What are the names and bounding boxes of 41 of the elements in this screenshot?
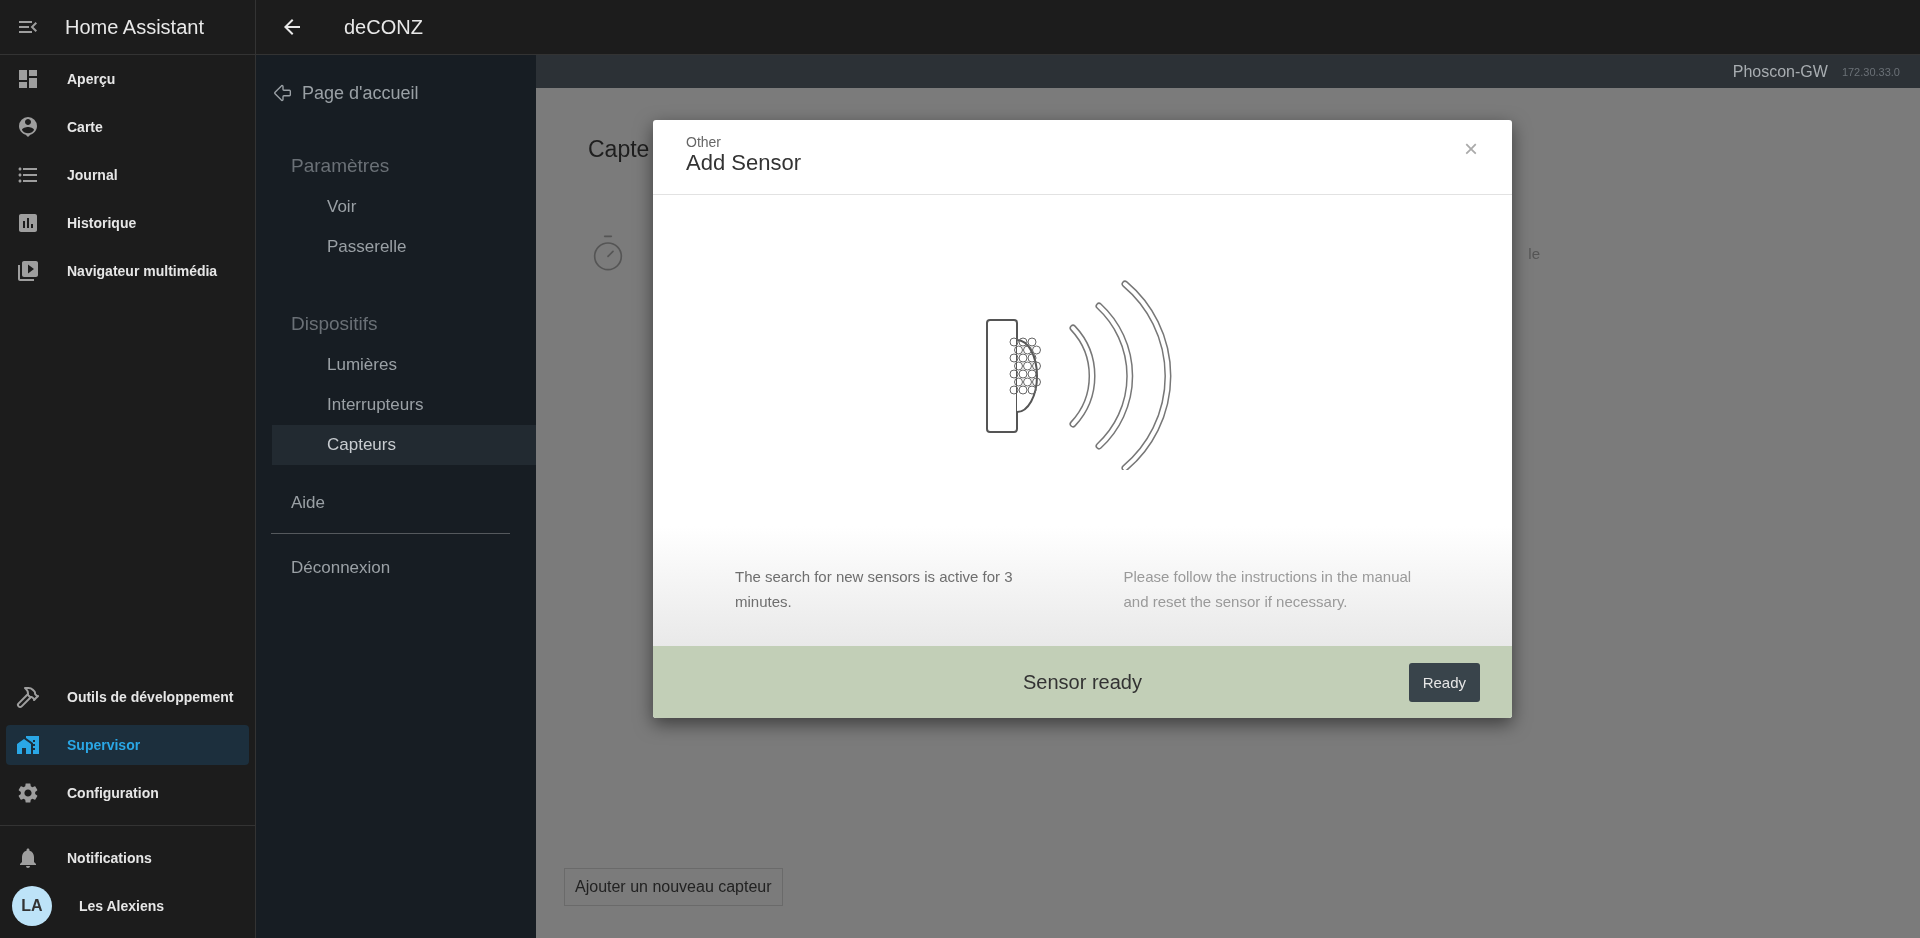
sidebar-item[interactable]: Outils de développement	[6, 677, 249, 717]
gateway-ip: 172.30.33.0	[1841, 65, 1900, 78]
person-pin-icon	[16, 115, 40, 139]
nav-section-heading: Paramètres	[290, 155, 391, 177]
dashboard-icon	[16, 67, 40, 91]
nav-item[interactable]: Interrupteurs	[272, 385, 536, 425]
instruction-text: Please follow the instructions in the manual and reset the sensor if necessary.	[1123, 567, 1413, 612]
media-icon	[16, 259, 40, 283]
logout-link[interactable]: Déconnexion	[256, 550, 536, 586]
instruction-text: The search for new sensors is active for 3 minutes.	[735, 567, 1014, 612]
nav-item[interactable]: Aide	[256, 485, 536, 521]
nav-section-heading: Dispositifs	[290, 313, 379, 335]
avatar: LA	[12, 886, 52, 926]
dialog-category: Other	[686, 134, 722, 150]
house-icon	[16, 733, 40, 757]
page-heading: Capte	[588, 136, 650, 163]
sidebar-item[interactable]: Carte	[6, 107, 249, 147]
user-item[interactable]: LA Les Alexiens	[6, 886, 249, 926]
dialog-title: Add Sensor	[686, 150, 801, 176]
chart-icon	[16, 211, 40, 235]
hammer-icon	[16, 685, 40, 709]
nav-item[interactable]: Passerelle	[272, 227, 536, 267]
sidebar-item[interactable]: Historique	[6, 203, 249, 243]
arrow-left-icon	[272, 82, 294, 104]
home-link[interactable]: Page d'accueil	[256, 77, 536, 109]
add-sensor-button[interactable]: Ajouter un nouveau capteur	[564, 868, 783, 906]
app-title: Home Assistant	[65, 15, 204, 39]
settings-icon	[16, 781, 40, 805]
ready-button[interactable]: Ready	[1408, 663, 1480, 702]
status-text: Sensor ready	[1023, 670, 1142, 694]
sidebar-item[interactable]: Navigateur multimédia	[6, 251, 249, 291]
page-title: deCONZ	[344, 15, 423, 39]
nav-item[interactable]: Lumières	[272, 345, 536, 385]
sidebar-item[interactable]: Configuration	[6, 773, 249, 813]
sidebar-item[interactable]: Supervisor	[6, 725, 249, 765]
sidebar-item[interactable]: Notifications	[6, 838, 249, 878]
sidebar-item[interactable]: Aperçu	[6, 59, 249, 99]
nav-item[interactable]: Voir	[272, 187, 536, 227]
gateway-name: Phoscon-GW	[1732, 62, 1828, 81]
nav-item[interactable]: Capteurs	[272, 425, 536, 465]
sidebar-item[interactable]: Journal	[6, 155, 249, 195]
